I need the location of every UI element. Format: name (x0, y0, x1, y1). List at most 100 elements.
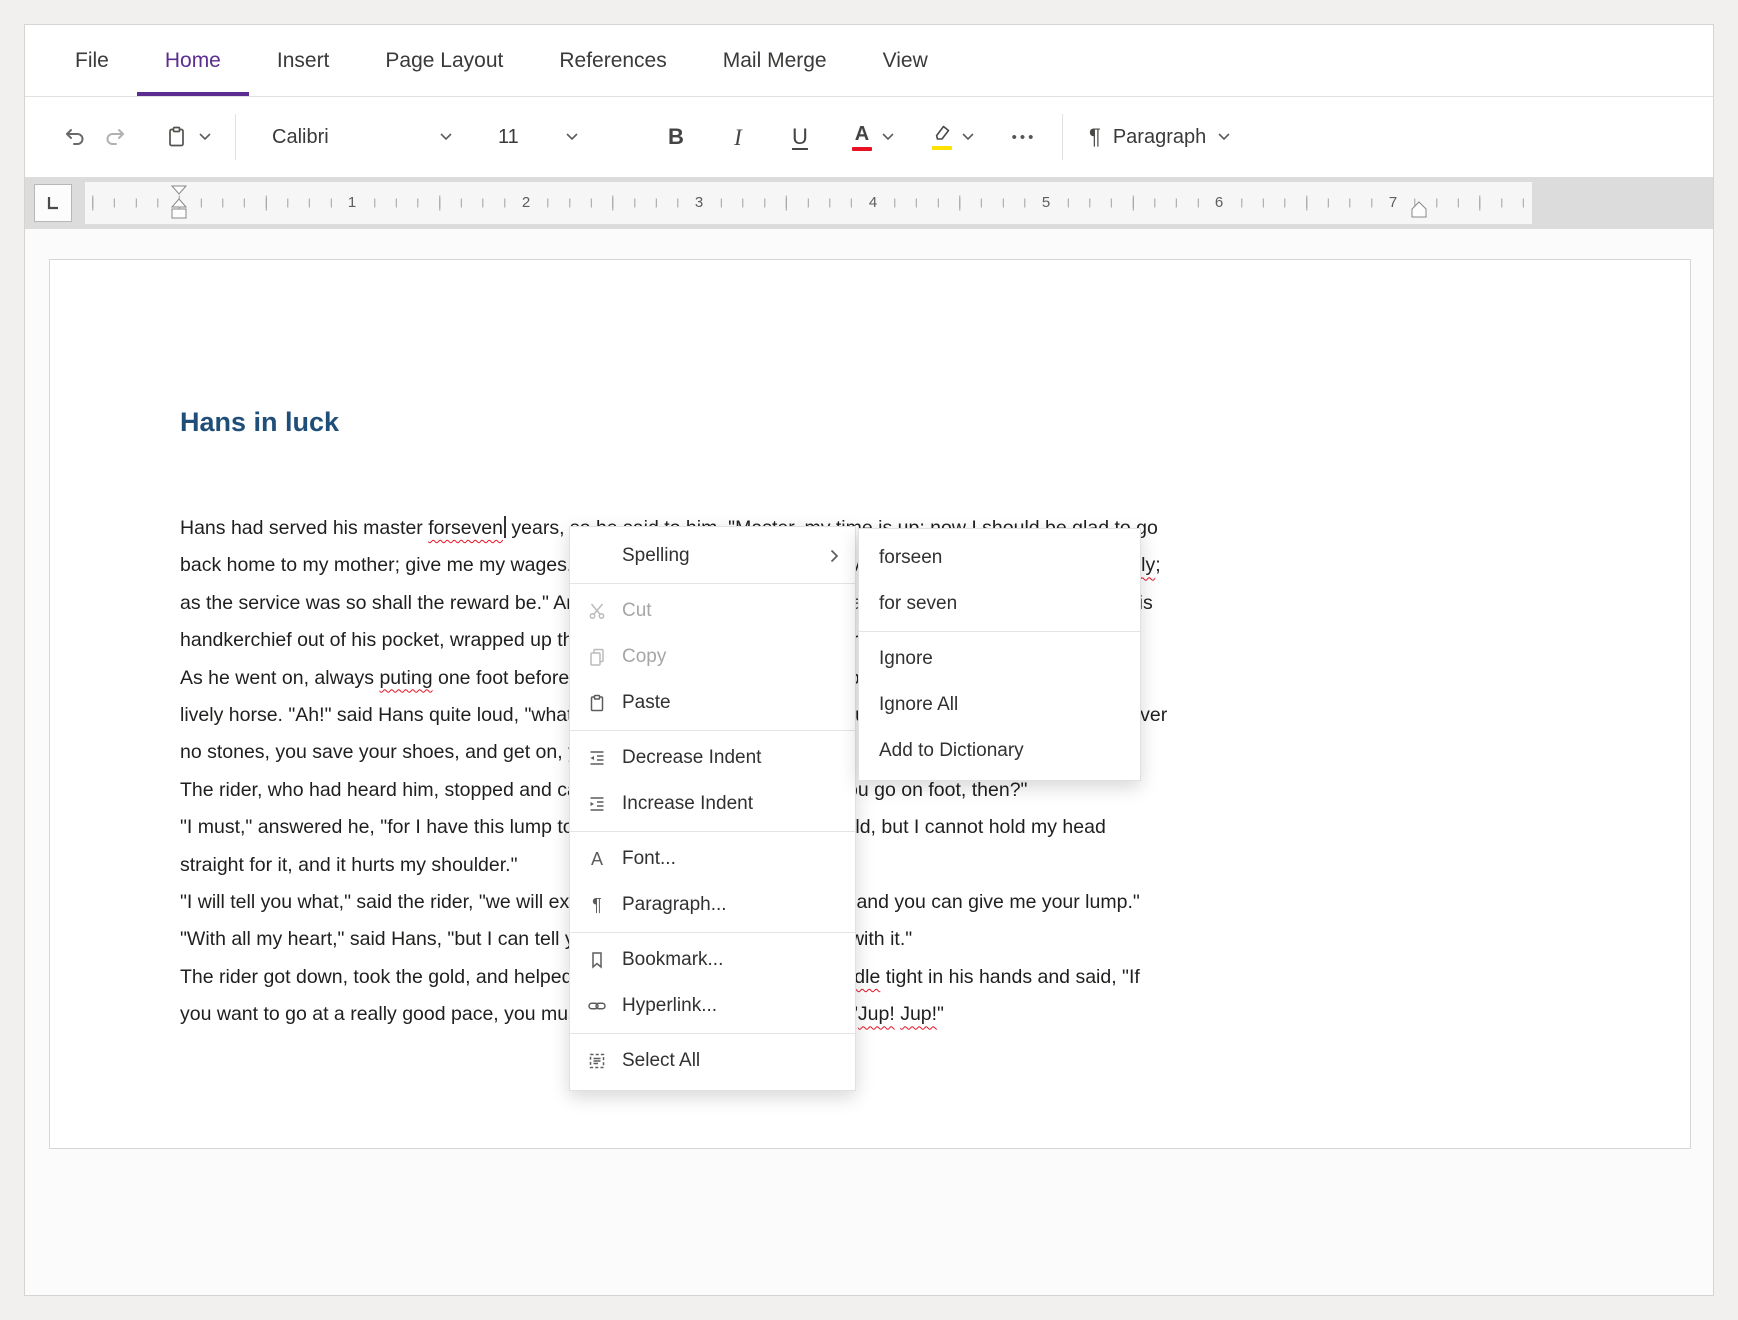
ellipsis-icon: ••• (1012, 129, 1037, 146)
submenu-item-ignore[interactable]: Ignore (859, 636, 1140, 682)
text-line: "I will tell you what," said the rider, … (180, 884, 1690, 921)
menu-separator (570, 583, 855, 584)
select-all-icon (586, 1051, 608, 1071)
ruler-number: 3 (690, 193, 708, 213)
indent-marker[interactable] (170, 182, 188, 224)
paragraph-label: Paragraph (1113, 126, 1206, 149)
context-menu-item-cut: Cut (570, 588, 855, 634)
tab-view[interactable]: View (855, 25, 956, 96)
font-name-combobox[interactable]: Calibri (264, 113, 460, 161)
context-menu-item-spelling[interactable]: Spelling (570, 533, 855, 579)
ruler-number: 7 (1384, 193, 1402, 213)
highlight-color-button[interactable] (926, 113, 980, 161)
toolbar-divider (235, 114, 236, 160)
redo-icon (103, 125, 127, 149)
pilcrow-icon: ¶ (1089, 126, 1101, 148)
misspelled-word: Jup! (900, 1003, 937, 1025)
chevron-down-icon (566, 133, 578, 141)
document-title: Hans in luck (180, 407, 1690, 438)
copy-icon (586, 647, 608, 667)
chevron-down-icon[interactable] (882, 133, 894, 141)
ruler-number: 1 (343, 193, 361, 213)
context-menu-item-increase-indent[interactable]: Increase Indent (570, 781, 855, 827)
underline-button[interactable]: U (780, 113, 820, 161)
paragraph-dropdown[interactable]: ¶ Paragraph (1081, 113, 1238, 161)
paragraph-icon: ¶ (586, 896, 608, 914)
tab-mail-merge[interactable]: Mail Merge (695, 25, 855, 96)
menu-separator (570, 932, 855, 933)
toolbar-divider (1062, 114, 1063, 160)
ruler-number: 2 (517, 193, 535, 213)
ruler-number: 5 (1037, 193, 1055, 213)
undo-icon (63, 125, 87, 149)
spelling-suggestion[interactable]: forseen (859, 535, 1140, 581)
tab-stop-selector[interactable] (34, 184, 72, 222)
context-menu-item-paste[interactable]: Paste (570, 680, 855, 726)
menu-separator (570, 831, 855, 832)
ruler-track[interactable]: 1 2 3 4 5 6 7 (85, 182, 1532, 224)
font-color-button[interactable]: A (846, 113, 900, 161)
text-line: you want to go at a really good pace, yo… (180, 996, 1690, 1033)
redo-button[interactable] (95, 113, 135, 161)
ruler-half-ticks (85, 196, 1532, 211)
tab-home[interactable]: Home (137, 25, 249, 96)
font-name-value: Calibri (272, 126, 329, 149)
font-size-combobox[interactable]: 11 (490, 113, 586, 161)
undo-button[interactable] (55, 113, 95, 161)
document-editor-app: File Home Insert Page Layout References … (24, 24, 1714, 1296)
context-menu-item-hyperlink[interactable]: Hyperlink... (570, 983, 855, 1029)
ribbon-tab-bar: File Home Insert Page Layout References … (25, 25, 1713, 97)
misspelled-word: forseven (428, 517, 503, 539)
bold-button[interactable]: B (656, 113, 696, 161)
ruler: 1 2 3 4 5 6 7 (25, 177, 1713, 229)
chevron-down-icon[interactable] (962, 133, 974, 141)
spelling-submenu: forseen for seven Ignore Ignore All Add … (858, 528, 1141, 781)
italic-button[interactable]: I (718, 113, 758, 161)
menu-separator (859, 631, 1140, 632)
submenu-item-add-to-dictionary[interactable]: Add to Dictionary (859, 728, 1140, 774)
context-menu-item-copy: Copy (570, 634, 855, 680)
tab-insert[interactable]: Insert (249, 25, 358, 96)
cut-icon (586, 601, 608, 621)
highlighter-icon (932, 125, 952, 150)
spelling-suggestion[interactable]: for seven (859, 581, 1140, 627)
hyperlink-icon (586, 996, 608, 1016)
screen: File Home Insert Page Layout References … (0, 0, 1738, 1320)
increase-indent-icon (586, 794, 608, 814)
tab-file[interactable]: File (47, 25, 137, 96)
document-viewport: Hans in luck Hans had served his master … (25, 229, 1713, 1295)
right-indent-marker[interactable] (1410, 200, 1428, 220)
context-menu: Spelling Cut Copy (569, 526, 856, 1091)
menu-separator (570, 730, 855, 731)
context-menu-item-paragraph[interactable]: ¶ Paragraph... (570, 882, 855, 928)
chevron-down-icon[interactable] (199, 133, 211, 141)
paste-button[interactable] (159, 113, 217, 161)
chevron-down-icon (440, 133, 452, 141)
paste-icon (165, 125, 189, 149)
paste-icon (586, 693, 608, 713)
more-options-button[interactable]: ••• (1004, 113, 1044, 161)
toolbar: Calibri 11 B I U A (25, 97, 1713, 177)
context-menu-item-font[interactable]: A Font... (570, 836, 855, 882)
misspelled-word: puting (379, 667, 432, 689)
misspelled-word: Jup! (858, 1003, 895, 1025)
text-line: "I must," answered he, "for I have this … (180, 809, 1690, 846)
font-icon: A (586, 850, 608, 868)
chevron-down-icon (1218, 133, 1230, 141)
tab-references[interactable]: References (531, 25, 694, 96)
context-menu-item-select-all[interactable]: Select All (570, 1038, 855, 1084)
context-menu-item-bookmark[interactable]: Bookmark... (570, 937, 855, 983)
ruler-number: 6 (1210, 193, 1228, 213)
font-color-icon: A (852, 124, 872, 151)
text-line: "With all my heart," said Hans, "but I c… (180, 921, 1690, 958)
font-size-value: 11 (498, 126, 519, 149)
text-line: straight for it, and it hurts my shoulde… (180, 847, 1690, 884)
text-line: The rider got down, took the gold, and h… (180, 959, 1690, 996)
chevron-right-icon (830, 549, 839, 563)
tab-page-layout[interactable]: Page Layout (357, 25, 531, 96)
context-menu-item-decrease-indent[interactable]: Decrease Indent (570, 735, 855, 781)
submenu-item-ignore-all[interactable]: Ignore All (859, 682, 1140, 728)
bookmark-icon (586, 950, 608, 970)
ruler-number: 4 (864, 193, 882, 213)
decrease-indent-icon (586, 748, 608, 768)
